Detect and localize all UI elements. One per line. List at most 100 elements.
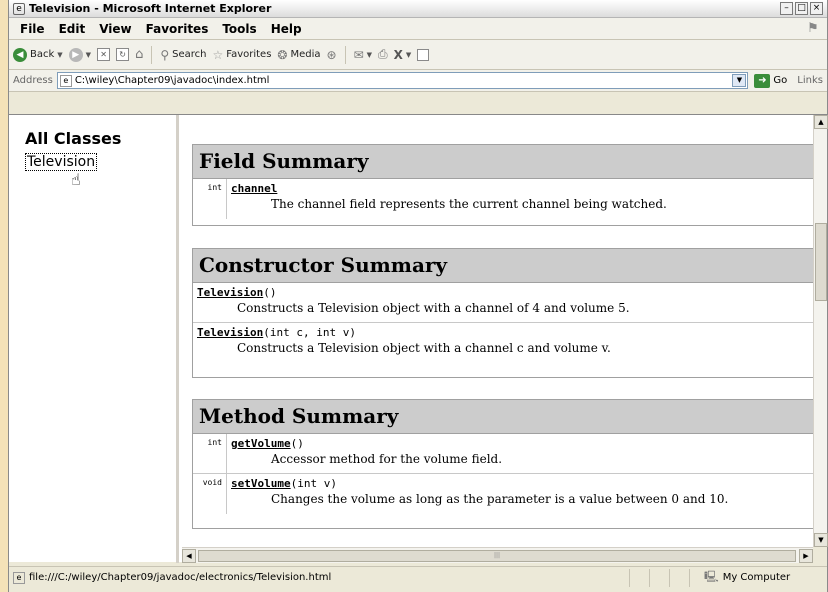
search-icon: ⚲ <box>160 47 170 62</box>
menu-edit[interactable]: Edit <box>52 22 93 36</box>
vertical-scroll-thumb[interactable] <box>815 223 827 301</box>
my-computer-icon: 🖳 <box>704 570 719 583</box>
status-text: file:///C:/wiley/Chapter09/javadoc/elect… <box>29 572 332 583</box>
page-content: All Classes Television ☝ Field Summary i… <box>9 114 828 563</box>
toolbar-separator <box>344 45 346 64</box>
window-title: Television - Microsoft Internet Explorer <box>29 2 272 15</box>
address-bar: Address e C:\wiley\Chapter09\javadoc\ind… <box>9 70 827 92</box>
constructor-link-television[interactable]: Television <box>197 286 263 299</box>
menu-bar: File Edit View Favorites Tools Help ⚑ <box>9 18 827 40</box>
method-return-type: int <box>193 434 227 473</box>
back-label: Back <box>30 49 55 60</box>
method-return-type: void <box>193 474 227 514</box>
method-summary-heading: Method Summary <box>193 400 821 434</box>
go-label: Go <box>773 75 788 86</box>
internet-explorer-icon: e <box>13 2 25 15</box>
scroll-up-icon[interactable]: ▲ <box>814 115 828 129</box>
method-description: Accessor method for the volume field. <box>271 452 503 466</box>
method-link-getvolume[interactable]: getVolume <box>231 437 291 450</box>
windows-flag-icon: ⚑ <box>807 20 819 36</box>
go-arrow-icon: ➜ <box>754 73 771 88</box>
menu-file[interactable]: File <box>13 22 52 36</box>
constructor-params: (int c, int v) <box>263 326 356 339</box>
mail-button[interactable]: ✉ ▼ <box>354 48 372 62</box>
edit-dropdown-icon[interactable]: ▼ <box>406 51 411 59</box>
horizontal-scroll-thumb[interactable]: ||| <box>198 550 796 562</box>
field-description-cell: channel The channel field represents the… <box>227 179 821 219</box>
constructor-summary-table: Constructor Summary Television() Constru… <box>192 248 822 378</box>
status-cell <box>649 568 669 587</box>
scroll-right-icon[interactable]: ▶ <box>799 549 813 563</box>
table-row: Television(int c, int v) Constructs a Te… <box>193 323 821 363</box>
mail-icon: ✉ <box>353 47 364 62</box>
back-button[interactable]: ◀ Back ▼ <box>13 47 63 62</box>
links-button[interactable]: Links <box>797 75 823 86</box>
refresh-icon[interactable]: ↻ <box>116 48 130 61</box>
address-dropdown-icon[interactable]: ▼ <box>732 74 747 87</box>
history-button[interactable]: ⊛ <box>327 48 337 62</box>
scroll-down-icon[interactable]: ▼ <box>814 533 828 547</box>
menu-help[interactable]: Help <box>264 22 309 36</box>
method-cell: getVolume() Accessor method for the volu… <box>227 434 821 473</box>
method-params: (int v) <box>290 477 337 490</box>
edit-icon: X <box>393 47 403 62</box>
page-icon: e <box>13 571 25 584</box>
scroll-left-icon[interactable]: ◀ <box>182 549 196 563</box>
forward-arrow-icon: ▶ <box>68 47 83 62</box>
status-cell <box>669 568 689 587</box>
discuss-icon <box>417 48 430 61</box>
mail-dropdown-icon[interactable]: ▼ <box>367 51 372 59</box>
print-button[interactable]: ⎙ <box>378 47 388 62</box>
menu-favorites[interactable]: Favorites <box>139 22 216 36</box>
table-row: void setVolume(int v) Changes the volume… <box>193 474 821 514</box>
method-cell: setVolume(int v) Changes the volume as l… <box>227 474 821 514</box>
menu-tools[interactable]: Tools <box>215 22 263 36</box>
field-link-channel[interactable]: channel <box>231 182 277 195</box>
back-dropdown-icon[interactable]: ▼ <box>57 51 62 59</box>
edit-button[interactable]: X ▼ <box>394 48 412 62</box>
media-button[interactable]: ❂ Media <box>277 48 320 62</box>
window-controls: – □ × <box>780 2 823 15</box>
page-icon: e <box>59 74 72 87</box>
security-zone: 🖳 My Computer <box>689 568 809 587</box>
method-params: () <box>290 437 304 450</box>
vertical-scrollbar[interactable]: ▲ ▼ <box>813 115 828 547</box>
media-icon: ❂ <box>277 47 288 62</box>
media-label: Media <box>290 49 321 60</box>
class-link-television[interactable]: Television <box>25 153 98 171</box>
maximize-button[interactable]: □ <box>795 2 808 15</box>
field-summary-heading: Field Summary <box>193 145 821 179</box>
favorites-button[interactable]: ☆ Favorites <box>212 48 271 62</box>
favorites-star-icon: ☆ <box>212 47 224 62</box>
title-bar[interactable]: e Television - Microsoft Internet Explor… <box>9 0 827 18</box>
address-url[interactable]: C:\wiley\Chapter09\javadoc\index.html <box>75 75 733 86</box>
horizontal-scrollbar[interactable]: ◀ ||| ▶ <box>182 547 813 563</box>
search-button[interactable]: ⚲ Search <box>160 48 206 62</box>
favorites-label: Favorites <box>226 49 272 60</box>
menu-view[interactable]: View <box>92 22 138 36</box>
field-type: int <box>193 179 227 219</box>
toolbar-separator <box>151 45 153 64</box>
constructor-link-television-int-int[interactable]: Television <box>197 326 263 339</box>
go-button[interactable]: ➜ Go <box>754 73 788 88</box>
close-button[interactable]: × <box>810 2 823 15</box>
home-button[interactable]: ⌂ <box>135 47 143 62</box>
scrollbar-corner <box>813 547 827 563</box>
constructor-summary-heading: Constructor Summary <box>193 249 821 283</box>
minimize-button[interactable]: – <box>780 2 793 15</box>
forward-button[interactable]: ▶ ▼ <box>68 47 91 62</box>
discuss-button[interactable] <box>417 48 430 61</box>
method-summary-table: Method Summary int getVolume() Accessor … <box>192 399 822 529</box>
stop-icon[interactable]: ✕ <box>97 48 111 61</box>
constructor-cell: Television() Constructs a Television obj… <box>193 283 821 322</box>
forward-dropdown-icon[interactable]: ▼ <box>86 51 91 59</box>
constructor-cell: Television(int c, int v) Constructs a Te… <box>193 323 821 363</box>
standard-toolbar: ◀ Back ▼ ▶ ▼ ✕ ↻ ⌂ ⚲ Search ☆ Favorites … <box>9 40 827 70</box>
home-icon: ⌂ <box>135 47 144 62</box>
browser-window: e Television - Microsoft Internet Explor… <box>8 0 828 592</box>
status-cell <box>629 568 649 587</box>
address-label: Address <box>13 75 53 86</box>
method-link-setvolume[interactable]: setVolume <box>231 477 291 490</box>
address-input[interactable]: e C:\wiley\Chapter09\javadoc\index.html … <box>56 72 749 89</box>
class-detail-frame: Field Summary int channel The channel fi… <box>182 115 828 563</box>
